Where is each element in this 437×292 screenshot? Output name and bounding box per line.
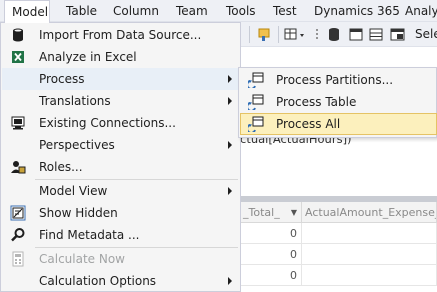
menu-item-label: Find Metadata ... (39, 228, 140, 242)
search-icon (11, 228, 25, 242)
show-hidden-icon (10, 205, 26, 221)
process-submenu: Process Partitions... Process Table Proc… (238, 67, 437, 138)
process-icon (248, 94, 264, 110)
menu-item-label: Perspectives (39, 138, 115, 152)
menu-item-label: Process (39, 72, 85, 86)
grid-header: _Total_ ▼ ActualAmount_Expense_ (240, 202, 437, 223)
toolbar-grid-dropdown-icon[interactable] (284, 26, 308, 43)
menu-item-show-hidden[interactable]: Show Hidden (2, 202, 240, 224)
column-header-actual-amount-expense[interactable]: ActualAmount_Expense_ (302, 202, 437, 223)
connections-icon (11, 116, 25, 130)
menu-item-find-metadata[interactable]: Find Metadata ... (2, 224, 240, 246)
menu-item-label: Import From Data Source... (39, 28, 202, 42)
menu-item-label: Model View (39, 184, 108, 198)
menu-item-label: Calculate Now (39, 252, 125, 266)
submenu-item-process-partitions[interactable]: Process Partitions... (240, 69, 437, 91)
submenu-arrow-icon (228, 97, 232, 105)
submenu-item-label: Process Partitions... (276, 73, 394, 87)
menu-item-label: Analyze in Excel (39, 50, 137, 64)
menu-item-translations[interactable]: Translations (2, 90, 240, 112)
menu-item-calculate-now: Calculate Now (2, 248, 240, 270)
menu-item-label: Show Hidden (39, 206, 118, 220)
toolbar-tag-icon[interactable] (257, 26, 273, 43)
grid-cell-empty[interactable] (302, 223, 437, 244)
menu-item-label: Roles... (39, 160, 83, 174)
submenu-item-label: Process All (276, 117, 341, 131)
menu-bar: Model Table Column Team Tools Test Dynam… (0, 0, 437, 23)
menu-model[interactable]: Model (4, 0, 50, 23)
column-filter-icon[interactable]: ▼ (291, 202, 297, 223)
toolbar-calendar-icon[interactable] (348, 26, 364, 43)
menu-item-model-view[interactable]: Model View (2, 180, 240, 202)
database-import-icon (13, 28, 23, 42)
submenu-arrow-icon (228, 141, 232, 149)
menu-test[interactable]: Test (273, 0, 297, 22)
menu-team[interactable]: Team (176, 0, 208, 22)
menu-item-label: Calculation Options (39, 274, 157, 288)
grid-cell[interactable]: 0 (240, 244, 302, 265)
grid-cell-empty[interactable] (302, 265, 437, 286)
process-icon (248, 72, 264, 88)
menu-item-label: Translations (39, 94, 111, 108)
column-header-total[interactable]: _Total_ ▼ (240, 202, 302, 223)
menu-tools[interactable]: Tools (226, 0, 256, 22)
calculate-icon (12, 251, 24, 267)
grid-cell-empty[interactable] (302, 244, 437, 265)
menu-item-existing-connections[interactable]: Existing Connections... (2, 112, 240, 134)
toolbar-select-icon[interactable] (389, 26, 413, 43)
grid-cell[interactable]: 0 (240, 223, 302, 244)
menu-item-import-from-data-source[interactable]: Import From Data Source... (2, 24, 240, 46)
toolbar-grip-icon (316, 29, 318, 39)
column-header-label: ActualAmount_Expense_ (305, 206, 437, 219)
menu-item-analyze-in-excel[interactable]: Analyze in Excel (2, 46, 240, 68)
menu-analyze[interactable]: Analy (405, 0, 437, 22)
toolbar-database-icon[interactable] (326, 26, 342, 43)
submenu-item-process-table[interactable]: Process Table (240, 91, 437, 113)
column-header-label: _Total_ (243, 206, 280, 219)
menu-item-calculation-options[interactable]: Calculation Options (2, 270, 240, 292)
menu-dynamics-365[interactable]: Dynamics 365 (314, 0, 400, 22)
model-menu: Import From Data Source... Analyze in Ex… (0, 22, 241, 292)
toolbar-table-icon[interactable] (368, 26, 384, 43)
data-grid: _Total_ ▼ ActualAmount_Expense_ 0 0 0 (240, 202, 437, 292)
roles-icon (11, 161, 26, 174)
menu-item-perspectives[interactable]: Perspectives (2, 134, 240, 156)
submenu-arrow-icon (228, 277, 232, 285)
toolbar: Sele (240, 22, 437, 47)
process-icon (248, 116, 264, 132)
menu-item-label: Existing Connections... (39, 116, 176, 130)
toolbar-select-label[interactable]: Sele (415, 22, 437, 47)
submenu-arrow-icon (228, 187, 232, 195)
toolbar-separator (278, 26, 279, 43)
toolbar-separator (249, 26, 250, 43)
excel-icon (12, 51, 24, 63)
grid-cell[interactable]: 0 (240, 265, 302, 286)
menu-item-process[interactable]: Process (2, 68, 240, 90)
menu-column[interactable]: Column (113, 0, 159, 22)
menu-item-roles[interactable]: Roles... (2, 156, 240, 178)
menu-table[interactable]: Table (66, 0, 97, 22)
submenu-item-label: Process Table (276, 95, 357, 109)
submenu-item-process-all[interactable]: Process All (240, 113, 437, 135)
submenu-arrow-icon (228, 75, 232, 83)
